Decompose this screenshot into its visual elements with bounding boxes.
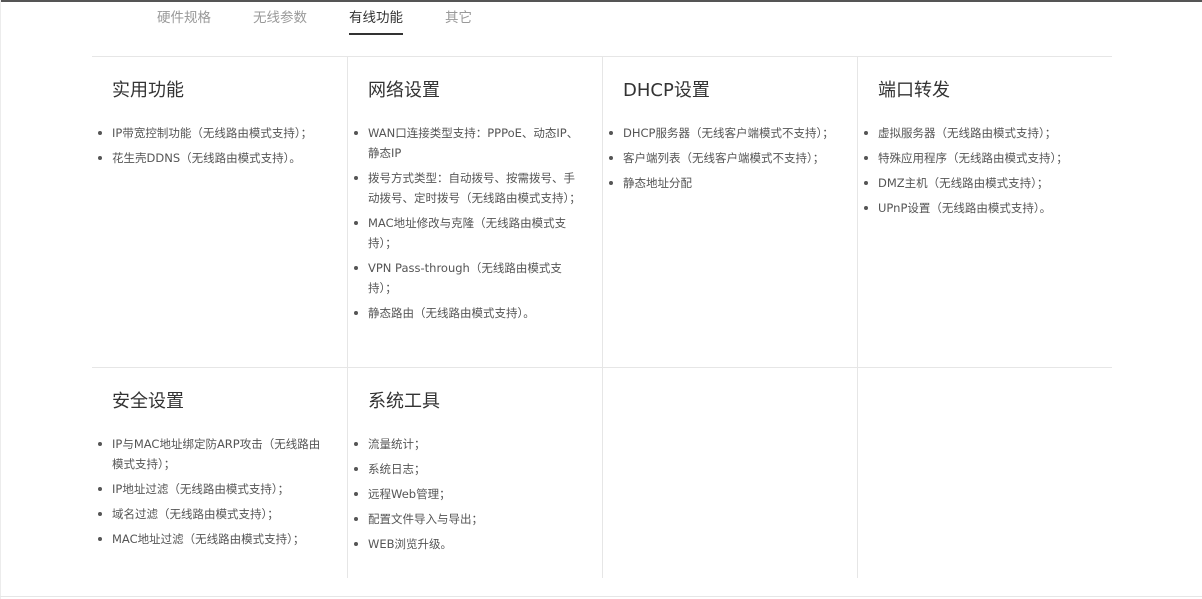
list-item: MAC地址过滤（无线路由模式支持）； <box>98 529 327 549</box>
list-item: MAC地址修改与克隆（无线路由模式支持）； <box>354 213 582 253</box>
list-item: VPN Pass-through（无线路由模式支持）； <box>354 258 582 298</box>
feature-list: IP与MAC地址绑定防ARP攻击（无线路由模式支持）； IP地址过滤（无线路由模… <box>98 434 327 549</box>
section-title: 端口转发 <box>878 80 950 101</box>
section-title: 系统工具 <box>368 391 440 412</box>
feature-list: IP带宽控制功能（无线路由模式支持）； 花生壳DDNS（无线路由模式支持）。 <box>98 123 327 168</box>
tab-wireless-params[interactable]: 无线参数 <box>253 6 307 36</box>
empty-cell <box>857 368 1112 578</box>
list-item: IP带宽控制功能（无线路由模式支持）； <box>98 123 327 143</box>
list-item: WAN口连接类型支持：PPPoE、动态IP、静态IP <box>354 123 582 163</box>
feature-row: 安全设置 IP与MAC地址绑定防ARP攻击（无线路由模式支持）； IP地址过滤（… <box>92 367 1112 578</box>
section-dhcp: DHCP设置 DHCP服务器（无线客户端模式不支持）； 客户端列表（无线客户端模… <box>602 57 857 367</box>
feature-list: WAN口连接类型支持：PPPoE、动态IP、静态IP 拨号方式类型：自动拨号、按… <box>354 123 582 323</box>
list-item: 远程Web管理； <box>354 484 582 504</box>
list-item: 拨号方式类型：自动拨号、按需拨号、手动拨号、定时拨号（无线路由模式支持）； <box>354 168 582 208</box>
feature-list: 流量统计； 系统日志； 远程Web管理； 配置文件导入与导出； WEB浏览升级。 <box>354 434 582 554</box>
section-system-tools: 系统工具 流量统计； 系统日志； 远程Web管理； 配置文件导入与导出； WEB… <box>347 368 602 578</box>
bottom-border <box>0 596 1202 597</box>
list-item: IP地址过滤（无线路由模式支持）； <box>98 479 327 499</box>
list-item: 客户端列表（无线客户端模式不支持）； <box>609 148 837 168</box>
left-border <box>0 0 1 599</box>
list-item: IP与MAC地址绑定防ARP攻击（无线路由模式支持）； <box>98 434 327 474</box>
section-title: 安全设置 <box>112 391 184 412</box>
top-border <box>0 0 1202 2</box>
empty-cell <box>602 368 857 578</box>
section-network: 网络设置 WAN口连接类型支持：PPPoE、动态IP、静态IP 拨号方式类型：自… <box>347 57 602 367</box>
tab-wired-features[interactable]: 有线功能 <box>349 6 403 36</box>
section-port-forwarding: 端口转发 虚拟服务器（无线路由模式支持）； 特殊应用程序（无线路由模式支持）； … <box>857 57 1112 367</box>
spec-tabs: 硬件规格 无线参数 有线功能 其它 <box>157 6 514 36</box>
list-item: DMZ主机（无线路由模式支持）； <box>864 173 1092 193</box>
tab-other[interactable]: 其它 <box>445 6 472 36</box>
list-item: 流量统计； <box>354 434 582 454</box>
section-utility: 实用功能 IP带宽控制功能（无线路由模式支持）； 花生壳DDNS（无线路由模式支… <box>92 57 347 367</box>
tab-hardware-specs[interactable]: 硬件规格 <box>157 6 211 36</box>
list-item: 系统日志； <box>354 459 582 479</box>
feature-list: DHCP服务器（无线客户端模式不支持）； 客户端列表（无线客户端模式不支持）； … <box>609 123 837 193</box>
list-item: 花生壳DDNS（无线路由模式支持）。 <box>98 148 327 168</box>
feature-list: 虚拟服务器（无线路由模式支持）； 特殊应用程序（无线路由模式支持）； DMZ主机… <box>864 123 1092 218</box>
feature-grid: 实用功能 IP带宽控制功能（无线路由模式支持）； 花生壳DDNS（无线路由模式支… <box>92 56 1112 578</box>
section-title: 实用功能 <box>112 80 184 101</box>
list-item: 域名过滤（无线路由模式支持）； <box>98 504 327 524</box>
list-item: 配置文件导入与导出； <box>354 509 582 529</box>
section-security: 安全设置 IP与MAC地址绑定防ARP攻击（无线路由模式支持）； IP地址过滤（… <box>92 368 347 578</box>
feature-row: 实用功能 IP带宽控制功能（无线路由模式支持）； 花生壳DDNS（无线路由模式支… <box>92 56 1112 367</box>
list-item: WEB浏览升级。 <box>354 534 582 554</box>
list-item: DHCP服务器（无线客户端模式不支持）； <box>609 123 837 143</box>
list-item: 静态地址分配 <box>609 173 837 193</box>
list-item: UPnP设置（无线路由模式支持）。 <box>864 198 1092 218</box>
list-item: 特殊应用程序（无线路由模式支持）； <box>864 148 1092 168</box>
list-item: 虚拟服务器（无线路由模式支持）； <box>864 123 1092 143</box>
list-item: 静态路由（无线路由模式支持）。 <box>354 303 582 323</box>
section-title: 网络设置 <box>368 80 440 101</box>
section-title: DHCP设置 <box>623 80 710 101</box>
